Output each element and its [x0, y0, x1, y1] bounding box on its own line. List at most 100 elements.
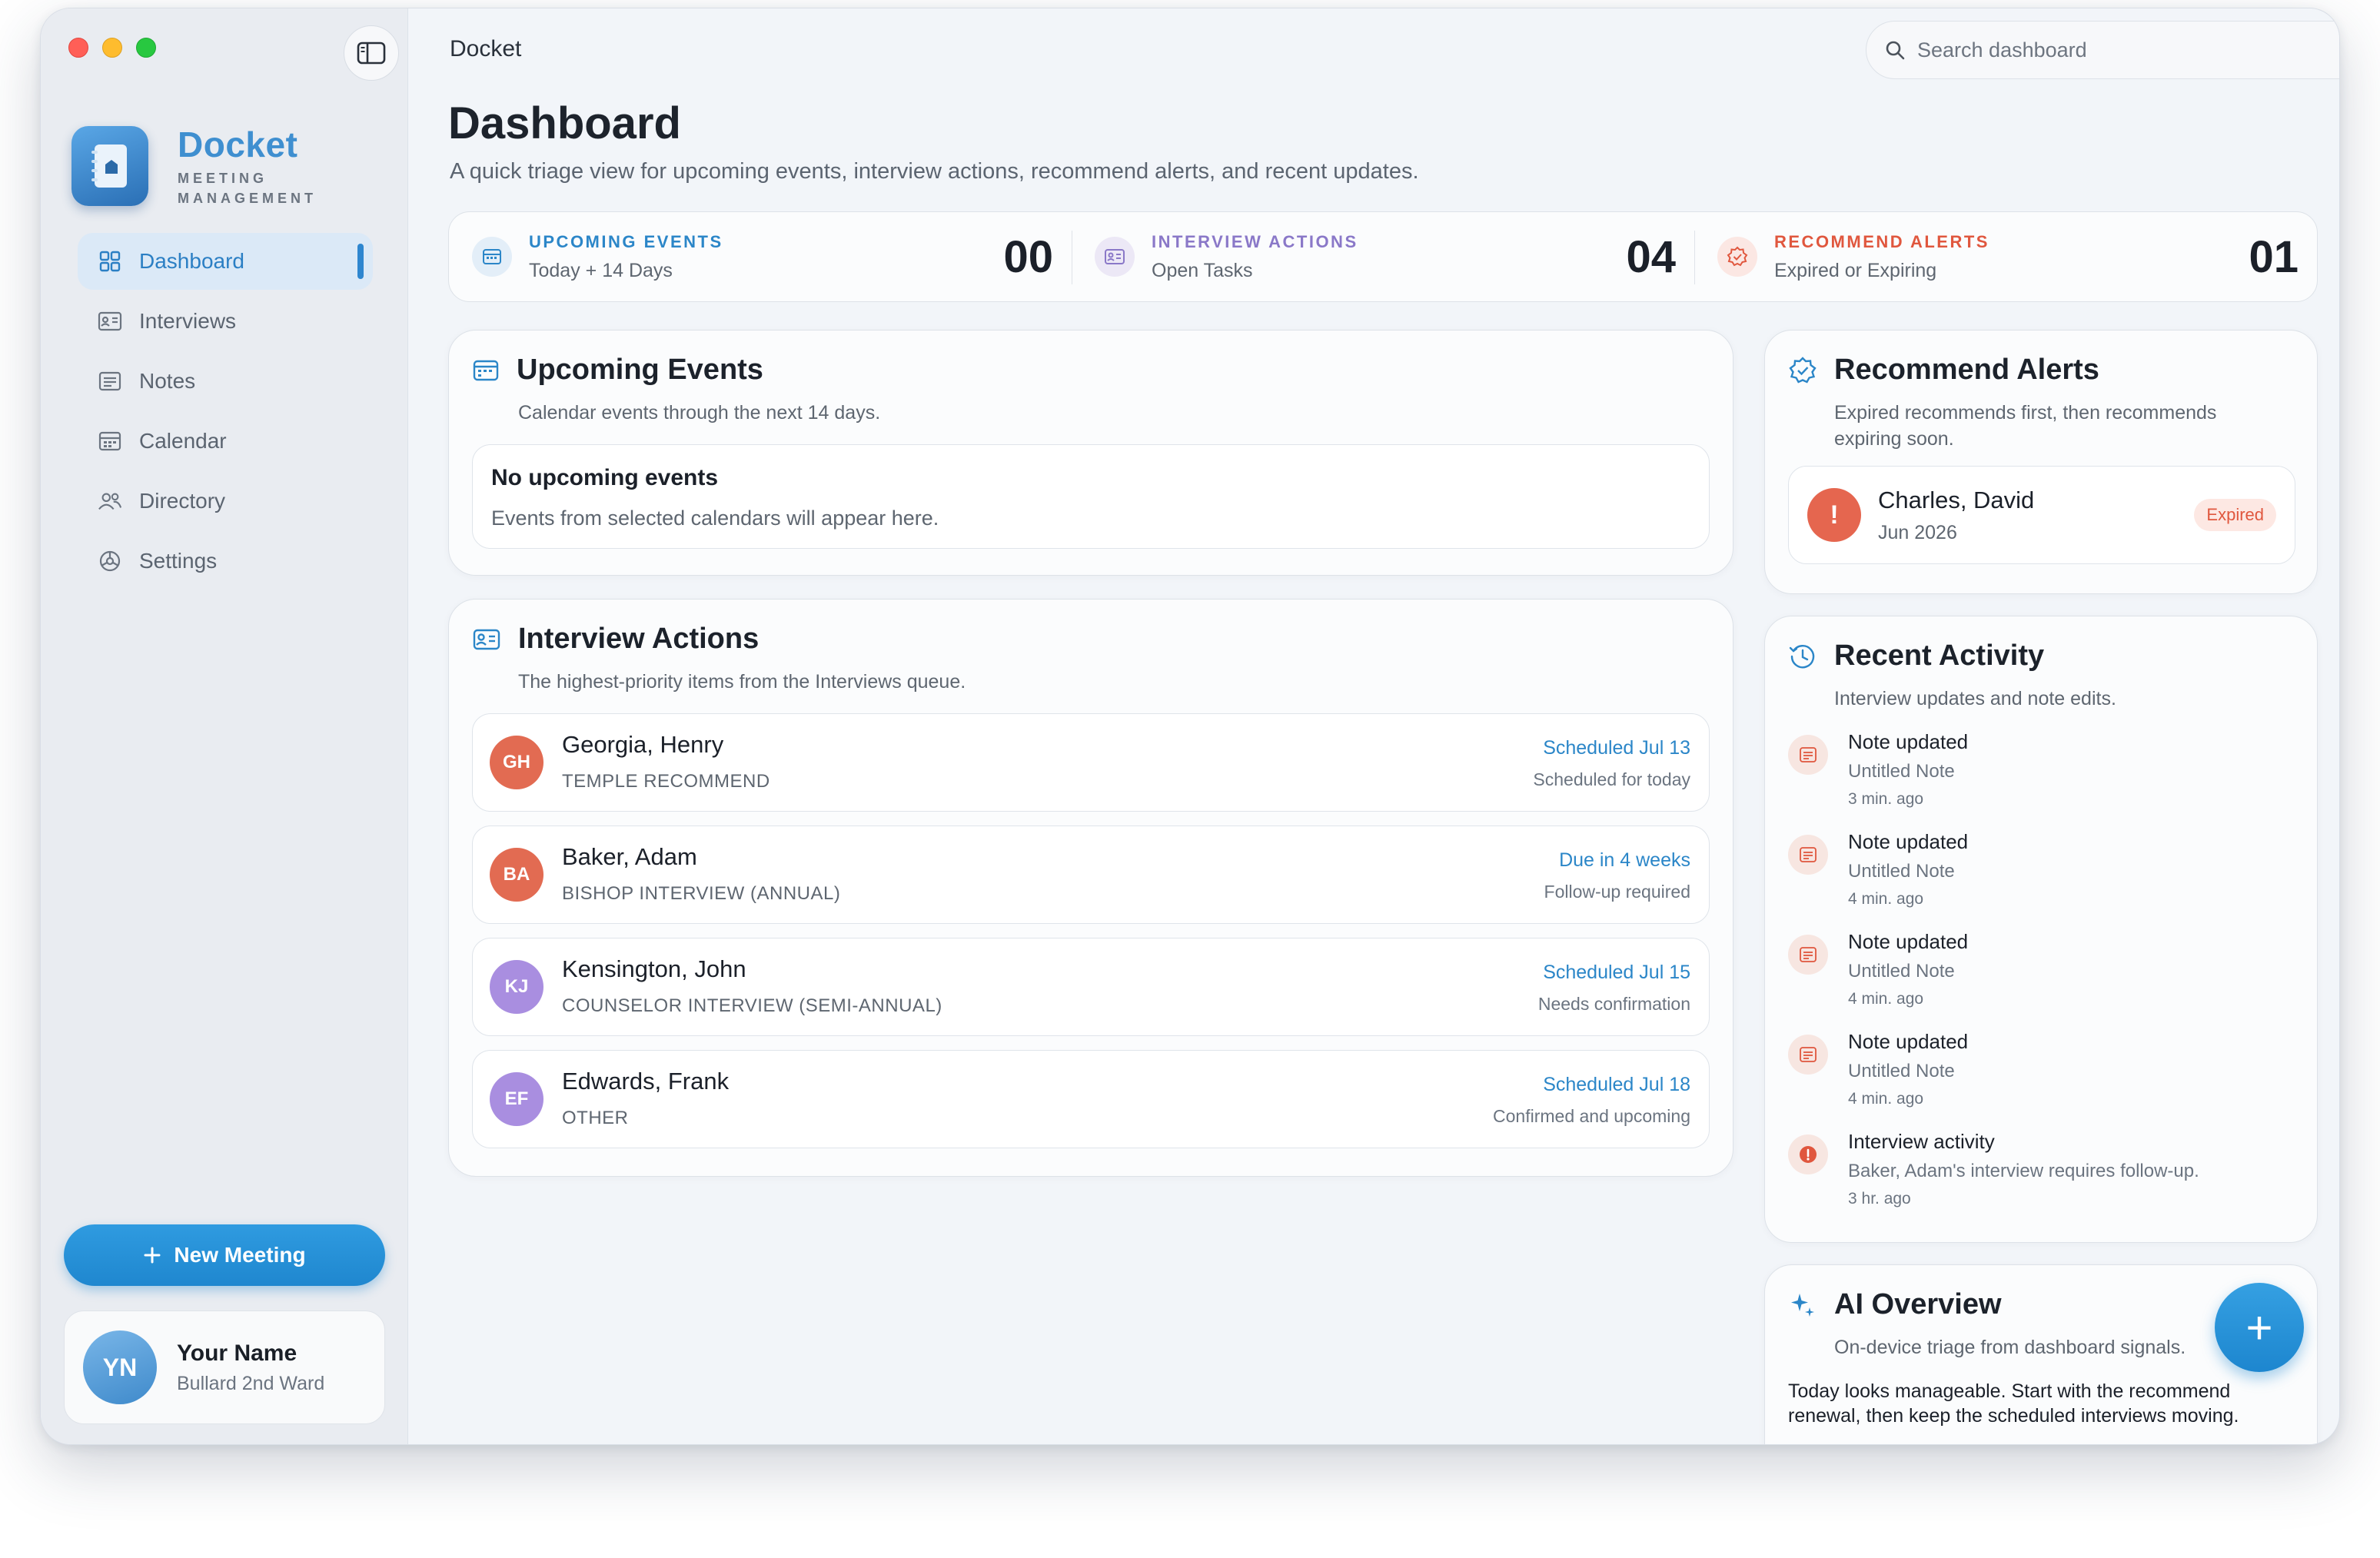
sidebar: Docket MEETING MANAGEMENT Dashboard Inte…	[41, 8, 408, 1444]
card-title: Recent Activity	[1834, 639, 2045, 672]
avatar: EF	[490, 1072, 543, 1126]
window-title: Docket	[450, 36, 522, 61]
interview-name: Georgia, Henry	[562, 731, 724, 758]
avatar: BA	[490, 848, 543, 902]
activity-title: Note updated	[1848, 730, 1969, 753]
activity-time: 4 min. ago	[1848, 1090, 1924, 1108]
brand-tagline-line2: MANAGEMENT	[178, 191, 317, 206]
activity-time: 4 min. ago	[1848, 890, 1924, 908]
sidebar-item-directory[interactable]: Directory	[78, 473, 373, 530]
note-icon	[1788, 935, 1828, 975]
recommend-alerts-card: Recommend Alerts Expired recommends firs…	[1764, 330, 2318, 594]
interview-note: Scheduled for today	[1533, 769, 1690, 789]
note-icon	[98, 369, 122, 394]
stat-value: 01	[2249, 231, 2299, 282]
activity-title: Note updated	[1848, 930, 1969, 953]
ai-summary-text: Today looks manageable. Start with the r…	[1788, 1380, 2239, 1427]
empty-state: No upcoming events Events from selected …	[472, 444, 1710, 549]
activity-detail: Untitled Note	[1848, 961, 1955, 982]
search-icon	[1886, 41, 1905, 60]
stat-recommend-alerts[interactable]: RECOMMEND ALERTS Expired or Expiring 01	[1694, 212, 2317, 301]
interview-note: Follow-up required	[1544, 882, 1690, 902]
interview-note: Needs confirmation	[1537, 994, 1690, 1014]
activity-time: 3 min. ago	[1848, 790, 1924, 808]
activity-time: 3 hr. ago	[1848, 1190, 1911, 1208]
interview-status: Scheduled Jul 15	[1543, 962, 1690, 983]
calendar-icon	[98, 429, 122, 453]
main-content: Docket Dashboard A quick triage view for…	[408, 8, 2339, 1444]
card-header: Recent Activity	[1788, 639, 2044, 673]
stat-sub: Expired or Expiring	[1774, 259, 1937, 281]
activity-item[interactable]: Note updated Untitled Note 4 min. ago	[1788, 930, 2295, 1015]
new-meeting-label: New Meeting	[174, 1243, 306, 1267]
stats-bar: UPCOMING EVENTS Today + 14 Days 00 INTER…	[448, 211, 2318, 302]
activity-item[interactable]: Note updated Untitled Note 3 min. ago	[1788, 730, 2295, 815]
exclamation-icon: !	[1807, 488, 1861, 542]
sidebar-item-interviews[interactable]: Interviews	[78, 293, 373, 350]
page-subtitle: A quick triage view for upcoming events,…	[450, 159, 1419, 184]
interview-row[interactable]: GH Georgia, Henry TEMPLE RECOMMEND Sched…	[472, 713, 1710, 812]
stat-value: 04	[1626, 231, 1676, 282]
minimize-window-button[interactable]	[102, 38, 122, 58]
sidebar-toggle-button[interactable]	[344, 25, 399, 81]
new-meeting-button[interactable]: New Meeting	[64, 1224, 385, 1286]
card-header: Recommend Alerts	[1788, 354, 2099, 387]
stat-label: UPCOMING EVENTS	[529, 231, 723, 251]
card-title: AI Overview	[1834, 1288, 2002, 1320]
activity-item[interactable]: Interview activity Baker, Adam's intervi…	[1788, 1130, 2295, 1214]
stat-value: 00	[1003, 231, 1053, 282]
recent-activity-card: Recent Activity Interview updates and no…	[1764, 616, 2318, 1243]
close-window-button[interactable]	[68, 38, 88, 58]
interview-row[interactable]: EF Edwards, Frank OTHER Scheduled Jul 18…	[472, 1050, 1710, 1148]
stat-upcoming-events[interactable]: UPCOMING EVENTS Today + 14 Days 00	[449, 212, 1072, 301]
grid-icon	[98, 249, 122, 274]
user-profile-card[interactable]: YN Your Name Bullard 2nd Ward	[64, 1311, 385, 1424]
zoom-window-button[interactable]	[136, 38, 156, 58]
card-subtitle: On-device triage from dashboard signals.	[1834, 1337, 2186, 1358]
empty-state-title: No upcoming events	[491, 465, 719, 490]
floating-add-button[interactable]: +	[2215, 1283, 2304, 1372]
id-card-icon	[98, 309, 122, 334]
card-subtitle: Interview updates and note edits.	[1834, 688, 2116, 709]
gear-icon	[98, 549, 122, 573]
interview-row[interactable]: BA Baker, Adam BISHOP INTERVIEW (ANNUAL)…	[472, 826, 1710, 924]
stat-sub: Open Tasks	[1152, 259, 1253, 281]
recommend-alert-row[interactable]: ! Charles, David Jun 2026 Expired	[1788, 466, 2295, 564]
interview-status: Due in 4 weeks	[1559, 849, 1690, 871]
sidebar-item-notes[interactable]: Notes	[78, 353, 373, 410]
app-window: Docket MEETING MANAGEMENT Dashboard Inte…	[40, 8, 2340, 1445]
badge-check-icon	[1789, 356, 1817, 384]
activity-title: Interview activity	[1848, 1130, 1995, 1153]
page-title: Dashboard	[448, 98, 681, 148]
sidebar-item-settings[interactable]: Settings	[78, 533, 373, 590]
brand: Docket MEETING MANAGEMENT	[71, 124, 317, 208]
interview-type: COUNSELOR INTERVIEW (SEMI-ANNUAL)	[562, 995, 942, 1016]
window-controls	[68, 38, 156, 58]
upcoming-events-card: Upcoming Events Calendar events through …	[448, 330, 1733, 576]
search-bar[interactable]	[1866, 21, 2339, 79]
interview-row[interactable]: KJ Kensington, John COUNSELOR INTERVIEW …	[472, 938, 1710, 1036]
calendar-icon	[473, 360, 499, 380]
stat-interview-actions[interactable]: INTERVIEW ACTIONS Open Tasks 04	[1072, 212, 1694, 301]
interview-name: Baker, Adam	[562, 843, 697, 870]
card-subtitle: Calendar events through the next 14 days…	[518, 402, 881, 424]
note-icon	[1788, 1035, 1828, 1075]
interview-name: Edwards, Frank	[562, 1068, 730, 1095]
alert-icon	[1788, 1134, 1828, 1174]
card-title: Interview Actions	[518, 623, 760, 655]
card-header: Interview Actions	[472, 623, 759, 656]
activity-item[interactable]: Note updated Untitled Note 4 min. ago	[1788, 830, 2295, 915]
sidebar-nav: Dashboard Interviews Notes Calendar Dire…	[78, 233, 373, 593]
sidebar-item-dashboard[interactable]: Dashboard	[78, 233, 373, 290]
notebook-icon	[91, 145, 127, 188]
sidebar-item-calendar[interactable]: Calendar	[78, 413, 373, 470]
brand-name: Docket	[178, 125, 298, 164]
alert-date: Jun 2026	[1878, 522, 1957, 543]
interview-type: BISHOP INTERVIEW (ANNUAL)	[562, 883, 841, 904]
activity-item[interactable]: Note updated Untitled Note 4 min. ago	[1788, 1030, 2295, 1115]
activity-detail: Baker, Adam's interview requires follow-…	[1848, 1161, 2199, 1181]
card-header: AI Overview	[1788, 1288, 2002, 1321]
search-input[interactable]	[1917, 38, 2339, 62]
card-title: Upcoming Events	[517, 354, 763, 386]
badge-check-icon	[1717, 237, 1757, 277]
